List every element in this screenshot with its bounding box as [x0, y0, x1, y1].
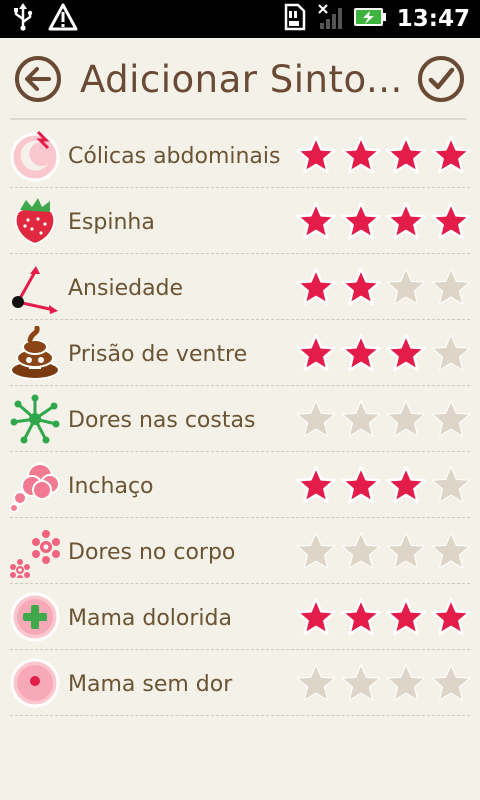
star-filled-icon[interactable]	[431, 135, 471, 175]
header-divider	[10, 118, 466, 120]
symptom-list: Cólicas abdominais Espinha Ansiedade Pri…	[0, 122, 480, 716]
star-empty-icon[interactable]	[296, 663, 336, 703]
back-arrow-icon	[25, 67, 51, 91]
star-filled-icon[interactable]	[341, 201, 381, 241]
status-bar: 13:47	[0, 0, 480, 38]
star-empty-icon[interactable]	[431, 399, 471, 439]
symptom-row-ansiedade[interactable]: Ansiedade	[0, 254, 480, 320]
header: Adicionar Sinto...	[0, 38, 480, 118]
battery-charging-icon	[353, 5, 387, 33]
symptom-row-dores-no-corpo[interactable]: Dores no corpo	[0, 518, 480, 584]
symptom-row-dores-nas-costas[interactable]: Dores nas costas	[0, 386, 480, 452]
star-empty-icon[interactable]	[431, 663, 471, 703]
usb-icon	[12, 3, 34, 35]
back-pain-splat-icon	[8, 392, 62, 446]
star-filled-icon[interactable]	[296, 135, 336, 175]
star-filled-icon[interactable]	[296, 597, 336, 637]
symptom-label: Cólicas abdominais	[68, 144, 281, 169]
star-empty-icon[interactable]	[431, 267, 471, 307]
star-filled-icon[interactable]	[341, 597, 381, 637]
star-empty-icon[interactable]	[386, 531, 426, 571]
clock: 13:47	[396, 6, 470, 32]
symptom-label: Espinha	[68, 210, 155, 235]
star-rating	[296, 135, 472, 175]
signal-icon	[317, 3, 343, 35]
star-empty-icon[interactable]	[386, 663, 426, 703]
symptom-label: Dores nas costas	[68, 408, 256, 433]
star-empty-icon[interactable]	[431, 531, 471, 571]
checkmark-icon	[428, 67, 455, 90]
star-filled-icon[interactable]	[296, 333, 336, 373]
star-rating	[296, 531, 472, 571]
star-empty-icon[interactable]	[431, 333, 471, 373]
bloating-cloud-icon	[8, 458, 62, 513]
star-filled-icon[interactable]	[386, 597, 426, 637]
star-rating	[296, 267, 472, 307]
star-rating	[296, 333, 472, 373]
star-empty-icon[interactable]	[296, 399, 336, 439]
symptom-row-colicas[interactable]: Cólicas abdominais	[0, 122, 480, 188]
poop-icon	[8, 325, 62, 380]
star-filled-icon[interactable]	[341, 135, 381, 175]
star-filled-icon[interactable]	[296, 201, 336, 241]
star-rating	[296, 663, 472, 703]
star-filled-icon[interactable]	[386, 135, 426, 175]
star-rating	[296, 597, 472, 637]
star-rating	[296, 399, 472, 439]
star-filled-icon[interactable]	[386, 465, 426, 505]
star-empty-icon[interactable]	[296, 531, 336, 571]
star-filled-icon[interactable]	[431, 201, 471, 241]
sd-card-icon	[283, 3, 307, 35]
star-empty-icon[interactable]	[341, 531, 381, 571]
symptom-label: Mama dolorida	[68, 606, 232, 631]
star-filled-icon[interactable]	[386, 201, 426, 241]
sore-breast-plus-icon	[8, 590, 62, 644]
symptom-label: Ansiedade	[68, 276, 184, 301]
anxiety-arrows-icon	[8, 260, 62, 314]
cramps-moon-icon	[8, 128, 62, 182]
star-filled-icon[interactable]	[431, 597, 471, 637]
status-bar-left	[12, 3, 78, 35]
symptom-row-prisao-de-ventre[interactable]: Prisão de ventre	[0, 320, 480, 386]
strawberry-icon	[8, 194, 62, 248]
symptom-label: Mama sem dor	[68, 672, 233, 697]
star-filled-icon[interactable]	[341, 267, 381, 307]
symptom-label: Dores no corpo	[68, 540, 236, 565]
symptom-row-espinha[interactable]: Espinha	[0, 188, 480, 254]
symptom-row-inchaco[interactable]: Inchaço	[0, 452, 480, 518]
symptom-row-mama-sem-dor[interactable]: Mama sem dor	[0, 650, 480, 716]
symptom-label: Inchaço	[68, 474, 154, 499]
star-empty-icon[interactable]	[341, 399, 381, 439]
page-title: Adicionar Sinto...	[80, 58, 403, 101]
star-rating	[296, 465, 472, 505]
confirm-button[interactable]	[418, 56, 464, 102]
star-filled-icon[interactable]	[296, 267, 336, 307]
warning-icon	[48, 3, 78, 35]
status-bar-right: 13:47	[283, 3, 470, 35]
body-ache-flowers-icon	[8, 524, 62, 581]
star-filled-icon[interactable]	[386, 333, 426, 373]
star-filled-icon[interactable]	[341, 333, 381, 373]
star-empty-icon[interactable]	[386, 267, 426, 307]
star-filled-icon[interactable]	[296, 465, 336, 505]
star-empty-icon[interactable]	[341, 663, 381, 703]
breast-no-pain-icon	[8, 656, 62, 710]
symptom-label: Prisão de ventre	[68, 342, 248, 367]
star-filled-icon[interactable]	[341, 465, 381, 505]
symptom-row-mama-dolorida[interactable]: Mama dolorida	[0, 584, 480, 650]
star-empty-icon[interactable]	[386, 399, 426, 439]
star-empty-icon[interactable]	[431, 465, 471, 505]
back-button[interactable]	[15, 56, 61, 102]
star-rating	[296, 201, 472, 241]
